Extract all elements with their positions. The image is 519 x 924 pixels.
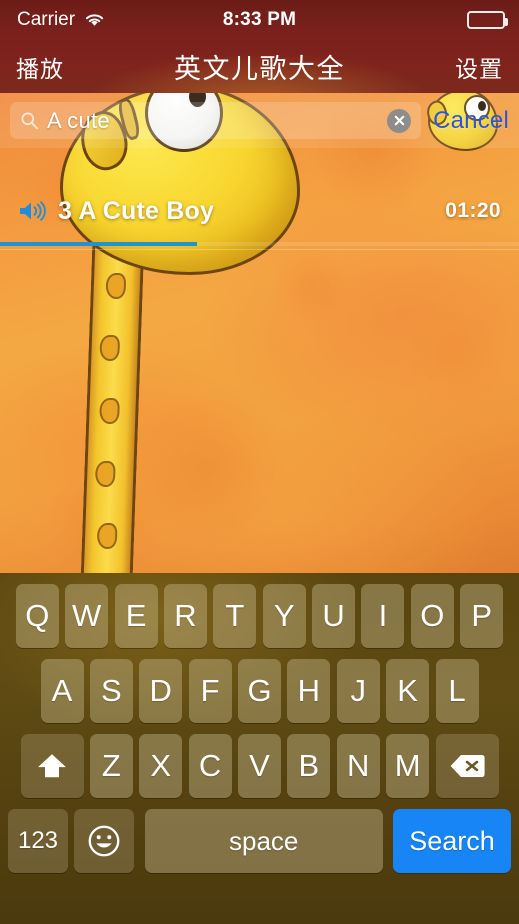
key-x[interactable]: X: [139, 734, 183, 798]
key-k[interactable]: K: [386, 659, 430, 723]
key-j[interactable]: J: [336, 659, 380, 723]
search-bar: A cute Cancel: [0, 93, 519, 148]
on-screen-keyboard: Q W E R T Y U I O P A S D F G H J K L Z …: [0, 573, 519, 924]
backspace-delete-icon[interactable]: [435, 734, 499, 798]
navigation-bar: 播放 英文儿歌大全 设置: [0, 40, 519, 93]
emoji-smiley-icon[interactable]: [74, 809, 135, 873]
key-o[interactable]: O: [410, 584, 454, 648]
keyboard-row-1: Q W E R T Y U I O P: [0, 584, 519, 648]
playback-progress-fill: [0, 242, 198, 246]
playback-progress-bar[interactable]: [0, 242, 519, 246]
key-w[interactable]: W: [65, 584, 109, 648]
keyboard-row-4: 123 space Search: [0, 809, 519, 873]
cancel-button[interactable]: Cancel: [433, 107, 509, 135]
key-e[interactable]: E: [114, 584, 158, 648]
numbers-key[interactable]: 123: [8, 809, 68, 873]
search-result-row[interactable]: 3 A Cute Boy 01:20: [0, 180, 519, 242]
key-b[interactable]: B: [287, 734, 331, 798]
key-c[interactable]: C: [188, 734, 232, 798]
status-bar-time: 8:33 PM: [222, 9, 297, 30]
space-key[interactable]: space: [144, 809, 383, 873]
clear-circle-icon[interactable]: [387, 108, 412, 133]
key-v[interactable]: V: [238, 734, 281, 798]
keyboard-row-2: A S D F G H J K L: [0, 659, 519, 723]
page-title: 英文儿歌大全: [174, 54, 345, 84]
search-icon: [20, 111, 39, 130]
key-g[interactable]: G: [238, 659, 281, 723]
key-q[interactable]: Q: [15, 584, 59, 648]
key-f[interactable]: F: [188, 659, 232, 723]
key-n[interactable]: N: [336, 734, 380, 798]
key-u[interactable]: U: [312, 584, 356, 648]
row-separator: [0, 249, 519, 250]
status-bar-right: [467, 11, 508, 29]
app-screen: Carrier 8:33 PM 播放 英文儿歌大全 设置 A cute Canc…: [0, 0, 519, 924]
speaker-playing-icon: [18, 199, 46, 223]
key-t[interactable]: T: [213, 584, 257, 648]
key-a[interactable]: A: [40, 659, 84, 723]
key-p[interactable]: P: [460, 584, 504, 648]
status-bar: Carrier 8:33 PM: [0, 0, 519, 40]
background-artwork: [0, 93, 519, 573]
key-m[interactable]: M: [386, 734, 430, 798]
key-s[interactable]: S: [89, 659, 133, 723]
key-i[interactable]: I: [361, 584, 405, 648]
key-r[interactable]: R: [163, 584, 207, 648]
search-input[interactable]: A cute: [10, 102, 422, 139]
key-y[interactable]: Y: [262, 584, 306, 648]
result-title: 3 A Cute Boy: [58, 196, 215, 225]
search-input-value: A cute: [47, 107, 110, 133]
search-return-key[interactable]: Search: [393, 809, 511, 873]
keyboard-row-3: Z X C V B N M: [0, 734, 519, 798]
key-h[interactable]: H: [287, 659, 331, 723]
key-z[interactable]: Z: [89, 734, 133, 798]
key-l[interactable]: L: [435, 659, 479, 723]
result-duration: 01:20: [445, 199, 501, 222]
nav-settings-button[interactable]: 设置: [455, 40, 503, 93]
battery-full-icon: [467, 11, 508, 29]
key-d[interactable]: D: [139, 659, 183, 723]
shift-up-arrow-icon[interactable]: [20, 734, 84, 798]
